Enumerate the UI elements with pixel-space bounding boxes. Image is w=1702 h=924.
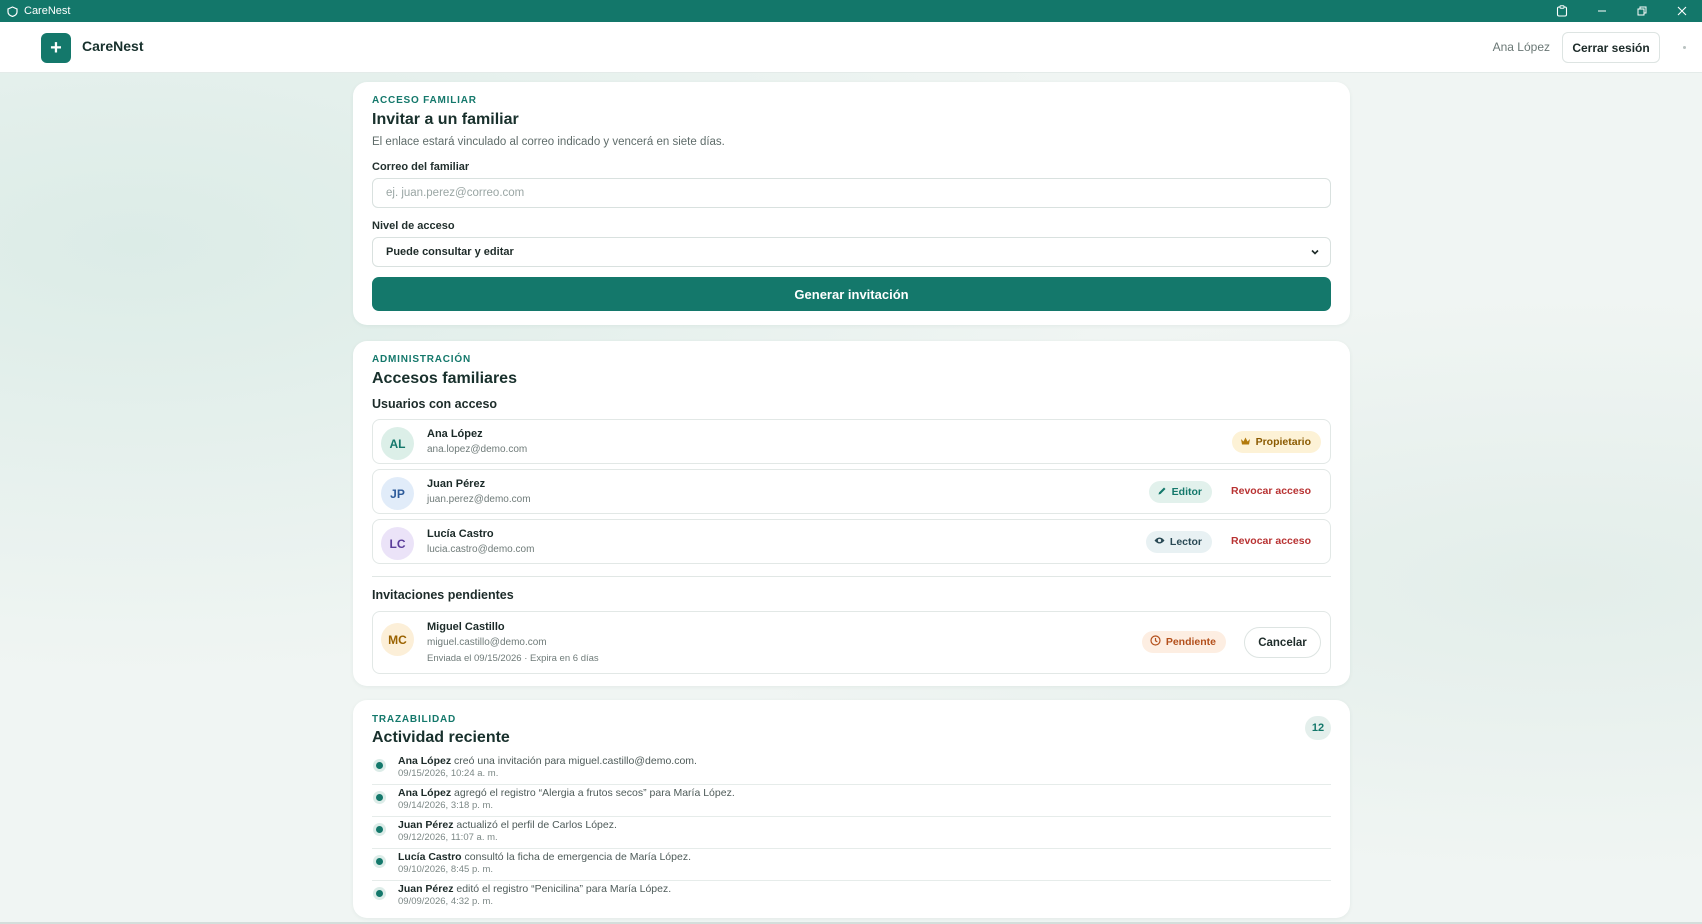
activity-time: 09/14/2026, 3:18 p. m.: [398, 800, 494, 811]
activity-text: Lucía Castro consultó la ficha de emerge…: [398, 851, 691, 863]
revoke-access-link[interactable]: Revocar acceso: [1231, 535, 1311, 547]
chevron-down-icon: [1310, 247, 1320, 260]
family-access-card: ADMINISTRACIÓN Accesos familiares Usuari…: [353, 341, 1350, 686]
access-level-label: Nivel de acceso: [372, 220, 455, 232]
header-dot-icon: [1683, 46, 1686, 49]
user-email: miguel.castillo@demo.com: [427, 637, 547, 648]
traceability-eyebrow: TRAZABILIDAD: [372, 714, 457, 725]
status-label: Pendiente: [1165, 636, 1216, 648]
user-email: juan.perez@demo.com: [427, 494, 531, 505]
activity-actor: Juan Pérez: [398, 883, 454, 895]
pending-heading: Invitaciones pendientes: [372, 588, 514, 602]
activity-time: 09/10/2026, 8:45 p. m.: [398, 864, 494, 875]
activity-item: Ana López creó una invitación para migue…: [372, 753, 1331, 785]
window-title: CareNest: [24, 5, 71, 17]
pending-invitation-row: MC Miguel Castillo miguel.castillo@demo.…: [372, 611, 1331, 674]
eye-icon: [1154, 536, 1165, 548]
activity-description: editó el registro “Penicilina” para Marí…: [453, 883, 672, 895]
activity-actor: Juan Pérez: [398, 819, 454, 831]
activity-count-badge: 12: [1305, 716, 1331, 740]
activity-time: 09/09/2026, 4:32 p. m.: [398, 896, 494, 907]
avatar: AL: [381, 427, 414, 460]
minimize-icon[interactable]: [1582, 0, 1622, 22]
brand-name[interactable]: CareNest: [82, 38, 143, 54]
logout-button[interactable]: Cerrar sesión: [1562, 32, 1660, 63]
user-email: ana.lopez@demo.com: [427, 444, 528, 455]
access-title: Accesos familiares: [372, 370, 517, 387]
activity-item: Juan Pérez editó el registro “Penicilina…: [372, 881, 1331, 913]
invite-family-card: ACCESO FAMILIAR Invitar a un familiar El…: [353, 82, 1350, 325]
activity-time: 09/12/2026, 11:07 a. m.: [398, 832, 498, 843]
activity-text: Ana López creó una invitación para migue…: [398, 755, 697, 767]
user-name: Miguel Castillo: [427, 621, 505, 633]
app-header: + CareNest Ana López Cerrar sesión: [0, 22, 1702, 73]
email-label: Correo del familiar: [372, 161, 470, 173]
cancel-invitation-button[interactable]: Cancelar: [1244, 627, 1321, 658]
activity-actor: Ana López: [398, 787, 452, 799]
extension-icon[interactable]: [1542, 0, 1582, 22]
timeline-dot-icon: [376, 858, 383, 865]
revoke-access-link[interactable]: Revocar acceso: [1231, 485, 1311, 497]
user-row: JP Juan Pérez juan.perez@demo.com Editor…: [372, 469, 1331, 514]
crown-icon: [1240, 436, 1251, 449]
user-row: LC Lucía Castro lucia.castro@demo.com Le…: [372, 519, 1331, 564]
invitation-meta: Enviada el 09/15/2026 · Expira en 6 días: [427, 653, 599, 664]
carenest-logo-icon[interactable]: +: [41, 33, 71, 63]
current-user-name: Ana López: [1492, 40, 1550, 54]
role-label: Editor: [1171, 486, 1202, 498]
role-badge-editor: Editor: [1148, 481, 1212, 503]
role-badge-owner: Propietario: [1231, 431, 1321, 453]
user-name: Lucía Castro: [427, 528, 494, 540]
timeline-dot-icon: [376, 762, 383, 769]
users-heading: Usuarios con acceso: [372, 397, 498, 411]
activity-actor: Ana López: [398, 755, 452, 767]
section-divider: [372, 576, 1331, 577]
admin-eyebrow: ADMINISTRACIÓN: [372, 354, 471, 365]
window-titlebar: CareNest: [0, 0, 1702, 22]
user-name: Juan Pérez: [427, 478, 486, 490]
avatar: MC: [381, 623, 414, 656]
role-label: Propietario: [1255, 436, 1311, 448]
activity-text: Juan Pérez actualizó el perfil de Carlos…: [398, 819, 617, 831]
activity-item: Ana López agregó el registro “Alergia a …: [372, 785, 1331, 817]
activity-item: Lucía Castro consultó la ficha de emerge…: [372, 849, 1331, 881]
activity-time: 09/15/2026, 10:24 a. m.: [398, 768, 499, 779]
status-badge: Pendiente: [1141, 631, 1226, 653]
user-name: Ana López: [427, 428, 483, 440]
avatar: LC: [381, 527, 414, 560]
avatar: JP: [381, 477, 414, 510]
access-level-select[interactable]: Puede consultar y editar: [372, 237, 1331, 267]
timeline-dot-icon: [376, 890, 383, 897]
activity-description: actualizó el perfil de Carlos López.: [453, 819, 617, 831]
activity-description: consultó la ficha de emergencia de María…: [461, 851, 691, 863]
timeline-dot-icon: [376, 826, 383, 833]
invite-eyebrow: ACCESO FAMILIAR: [372, 95, 477, 106]
activity-title: Actividad reciente: [372, 729, 510, 746]
activity-text: Ana López agregó el registro “Alergia a …: [398, 787, 735, 799]
recent-activity-card: TRAZABILIDAD Actividad reciente 12 Ana L…: [353, 700, 1350, 918]
generate-invitation-button[interactable]: Generar invitación: [372, 277, 1331, 311]
clock-icon: [1150, 635, 1161, 649]
role-badge-reader: Lector: [1145, 531, 1212, 553]
activity-item: Juan Pérez actualizó el perfil de Carlos…: [372, 817, 1331, 849]
user-email: lucia.castro@demo.com: [427, 544, 535, 555]
user-row: AL Ana López ana.lopez@demo.com Propieta…: [372, 419, 1331, 464]
activity-description: agregó el registro “Alergia a frutos sec…: [451, 787, 735, 799]
timeline-dot-icon: [376, 794, 383, 801]
app-window-icon: [6, 5, 18, 17]
close-icon[interactable]: [1662, 0, 1702, 22]
pencil-icon: [1157, 486, 1167, 499]
invite-title: Invitar a un familiar: [372, 111, 519, 128]
invite-description: El enlace estará vinculado al correo ind…: [372, 136, 725, 148]
activity-actor: Lucía Castro: [398, 851, 462, 863]
role-label: Lector: [1169, 536, 1202, 548]
restore-icon[interactable]: [1622, 0, 1662, 22]
activity-description: creó una invitación para miguel.castillo…: [451, 755, 697, 767]
access-level-value: Puede consultar y editar: [386, 246, 514, 258]
window-controls: [1542, 0, 1702, 22]
activity-text: Juan Pérez editó el registro “Penicilina…: [398, 883, 671, 895]
family-email-input[interactable]: [372, 178, 1331, 208]
